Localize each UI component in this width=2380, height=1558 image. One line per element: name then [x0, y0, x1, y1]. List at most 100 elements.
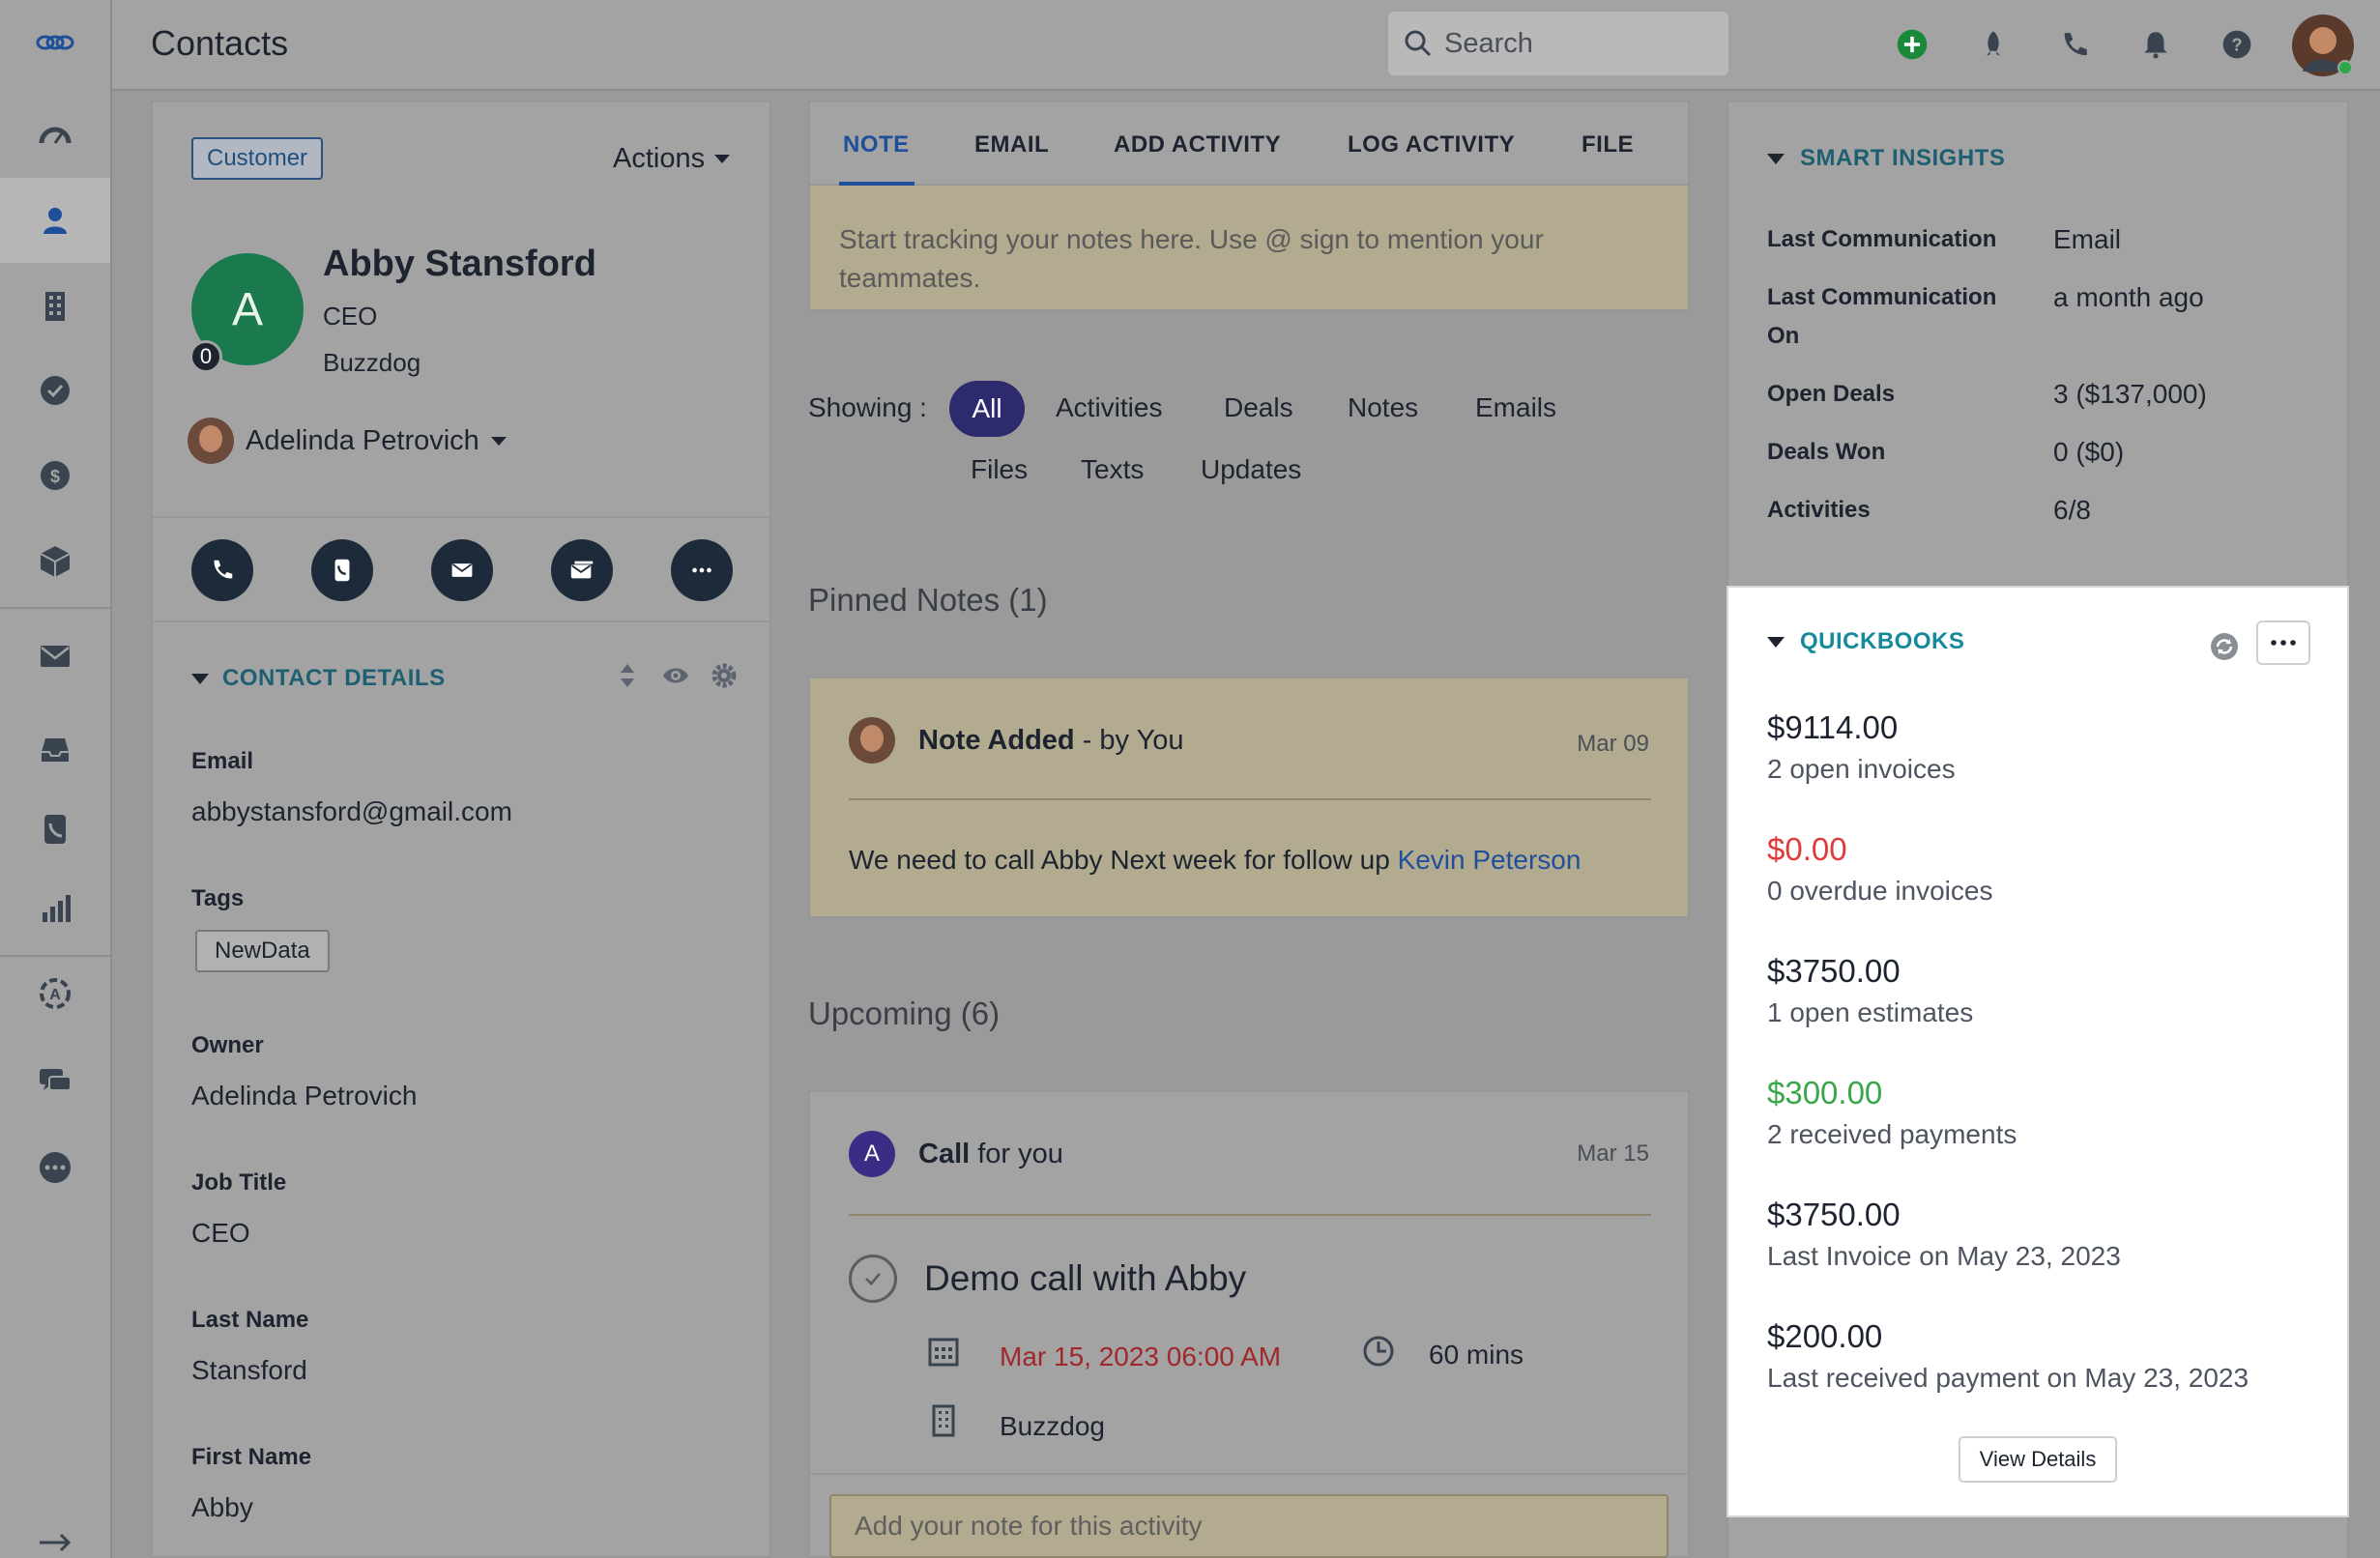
tags-label: Tags — [191, 885, 245, 911]
more-actions-button[interactable] — [671, 539, 733, 601]
qb-description: 1 open estimates — [1767, 997, 1974, 1027]
email-button[interactable] — [431, 539, 493, 601]
tab-log-activity[interactable]: LOG ACTIVITY — [1348, 131, 1515, 159]
activity-header: A Call for you — [849, 1131, 1063, 1177]
qb-description: 2 open invoices — [1767, 754, 1956, 784]
activity-company[interactable]: Buzzdog — [1000, 1411, 1105, 1442]
actions-dropdown[interactable]: Actions — [613, 143, 731, 175]
dashboard-icon[interactable] — [0, 93, 110, 178]
quickbooks-more-button[interactable] — [2256, 620, 2310, 665]
activity-note-area — [810, 1473, 1688, 1558]
tab-note[interactable]: NOTE — [843, 131, 910, 159]
filter-files[interactable]: Files — [971, 454, 1028, 485]
score-badge: 0 — [189, 340, 222, 373]
divider — [849, 798, 1651, 800]
qb-description: 2 received payments — [1767, 1119, 2017, 1149]
qb-amount: $0.00 — [1767, 831, 1847, 867]
rocket-icon[interactable] — [1972, 23, 2015, 66]
tasks-icon[interactable] — [0, 348, 110, 433]
tab-email[interactable]: EMAIL — [974, 131, 1049, 159]
insight-value: 0 ($0) — [2053, 437, 2125, 467]
sort-icon[interactable] — [613, 661, 642, 690]
bulk-email-button[interactable] — [551, 539, 613, 601]
deals-icon[interactable]: $ — [0, 433, 110, 518]
email-icon[interactable] — [0, 613, 110, 698]
products-icon[interactable] — [0, 518, 110, 603]
add-icon[interactable] — [1891, 23, 1933, 66]
contact-details-toggle[interactable]: CONTACT DETAILS — [191, 665, 446, 692]
filter-deals[interactable]: Deals — [1224, 392, 1293, 423]
filter-notes[interactable]: Notes — [1348, 392, 1418, 423]
search-box[interactable] — [1388, 12, 1728, 75]
bell-icon[interactable] — [2134, 23, 2177, 66]
text-message-button[interactable] — [311, 539, 373, 601]
upcoming-title: Upcoming (6) — [808, 995, 1001, 1031]
insight-label: Last Communication — [1767, 226, 1997, 252]
svg-text:?: ? — [2232, 35, 2243, 54]
user-avatar[interactable] — [2291, 14, 2355, 77]
contacts-icon[interactable] — [0, 178, 110, 263]
insight-label: Last Communication On — [1767, 284, 1997, 349]
smart-insights-toggle[interactable]: SMART INSIGHTS — [1767, 145, 2005, 172]
search-icon — [1405, 30, 1432, 57]
activity-title[interactable]: Demo call with Abby — [924, 1258, 1246, 1299]
note-body: We need to call Abby Next week for follo… — [849, 845, 1581, 876]
mention-link[interactable]: Kevin Peterson — [1398, 845, 1582, 875]
gear-icon[interactable] — [710, 661, 739, 690]
help-icon[interactable]: ? — [2216, 23, 2258, 66]
filter-texts[interactable]: Texts — [1081, 454, 1144, 485]
insight-label: Activities — [1767, 497, 1871, 523]
email-value[interactable]: abbystansford@gmail.com — [191, 796, 512, 827]
filter-activities[interactable]: Activities — [1056, 392, 1162, 423]
contact-title: CEO — [323, 302, 378, 331]
note-text: We need to call Abby Next week for follo… — [849, 845, 1398, 875]
contact-company[interactable]: Buzzdog — [323, 348, 421, 378]
insight-label: Deals Won — [1767, 439, 1886, 465]
qb-amount: $9114.00 — [1767, 709, 1899, 745]
note-editor[interactable]: Start tracking your notes here. Use @ si… — [810, 186, 1688, 309]
upcoming-activity-card: A Call for you Mar 15 Demo call with Abb… — [808, 1090, 1690, 1558]
qb-amount: $200.00 — [1767, 1318, 1883, 1354]
last-name-value[interactable]: Stansford — [191, 1355, 307, 1386]
contact-details-title: CONTACT DETAILS — [222, 665, 446, 691]
page-title: Contacts — [151, 23, 289, 63]
tag-chip[interactable]: NewData — [195, 930, 330, 972]
more-icon[interactable] — [0, 1125, 110, 1210]
chat-icon[interactable] — [0, 1038, 110, 1123]
tab-add-activity[interactable]: ADD ACTIVITY — [1114, 131, 1281, 159]
svg-text:A: A — [49, 987, 61, 1003]
search-input[interactable] — [1444, 27, 1715, 60]
inbox-icon[interactable] — [0, 707, 110, 793]
refresh-icon[interactable] — [2208, 630, 2241, 663]
first-name-value[interactable]: Abby — [191, 1492, 253, 1523]
view-details-button[interactable]: View Details — [1959, 1436, 2117, 1483]
svg-text:$: $ — [50, 467, 60, 486]
owner-selector[interactable]: Adelinda Petrovich — [188, 418, 507, 464]
filter-emails[interactable]: Emails — [1475, 392, 1556, 423]
call-button[interactable] — [191, 539, 253, 601]
eye-icon[interactable] — [661, 661, 690, 690]
collapse-icon — [1767, 636, 1785, 648]
owner-value[interactable]: Adelinda Petrovich — [191, 1081, 417, 1111]
expand-icon[interactable] — [0, 1498, 110, 1558]
phone-log-icon[interactable] — [0, 787, 110, 872]
complete-check-icon[interactable] — [849, 1255, 897, 1303]
quickbooks-toggle[interactable]: QUICKBOOKS — [1767, 628, 1964, 655]
phone-icon[interactable] — [2053, 23, 2096, 66]
qb-description: Last received payment on May 23, 2023 — [1767, 1363, 2249, 1393]
left-nav: $ A — [0, 0, 112, 1558]
activity-heading: Call for you — [918, 1139, 1063, 1170]
tab-file[interactable]: FILE — [1582, 131, 1634, 159]
qb-amount: $3750.00 — [1767, 1197, 1901, 1232]
logo-icon[interactable] — [0, 0, 110, 85]
accounts-icon[interactable] — [0, 263, 110, 348]
filter-all[interactable]: All — [949, 381, 1025, 437]
job-title-value[interactable]: CEO — [191, 1218, 250, 1249]
contact-name: Abby Stansford — [323, 244, 596, 284]
activity-note-input[interactable] — [829, 1494, 1669, 1558]
filter-updates[interactable]: Updates — [1201, 454, 1301, 485]
reports-icon[interactable] — [0, 866, 110, 951]
note-author-avatar — [849, 717, 895, 764]
automation-icon[interactable]: A — [0, 951, 110, 1036]
note-composer: NOTE EMAIL ADD ACTIVITY LOG ACTIVITY FIL… — [808, 101, 1690, 311]
